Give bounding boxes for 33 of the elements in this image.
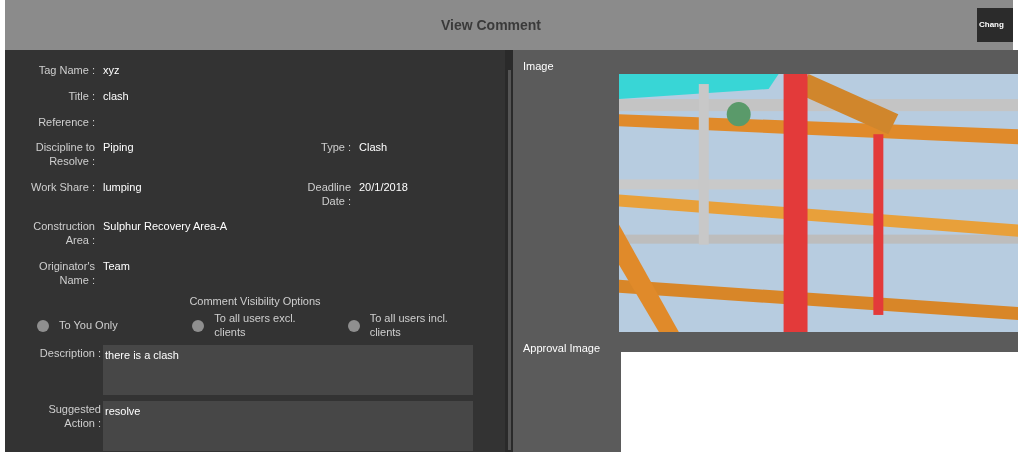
field-label: Type : (320, 141, 351, 155)
field-value: clash (103, 89, 129, 104)
field-label: Title : (67, 89, 95, 104)
field-label: Originator's Name : (38, 259, 95, 288)
field-label: Reference : (37, 115, 95, 130)
field-value: Sulphur Recovery Area-A (103, 220, 228, 234)
field-value: 20/1/2018 (359, 180, 408, 195)
radio-label: To all users incl. clients (369, 311, 449, 340)
scrollbar[interactable] (507, 70, 511, 450)
field-value: Clash (359, 141, 388, 155)
field-label: Suggested Action : (47, 402, 101, 431)
section-label: Approval Image (522, 341, 602, 356)
section-title: Comment Visibility Options (188, 294, 322, 310)
field-label: Tag Name : (37, 64, 95, 78)
field-label: Deadline Date : (306, 180, 351, 209)
radio-label: To You Only (59, 318, 119, 333)
field-label: Description : (38, 346, 101, 361)
radio-button[interactable] (192, 319, 205, 332)
field-label: Construction Area : (32, 220, 95, 248)
radio-button[interactable] (347, 319, 360, 332)
change-button[interactable]: Chang (977, 8, 1013, 42)
field-value: lumping (103, 180, 142, 195)
radio-button[interactable] (37, 319, 49, 332)
section-label: Image (522, 59, 555, 74)
text-area[interactable]: there is a clash (103, 345, 473, 396)
field-label: Discipline to Resolve : (34, 141, 95, 169)
field-value: Piping (103, 141, 134, 155)
text-area[interactable]: resolve (103, 401, 473, 452)
field-label: Work Share : (30, 180, 95, 195)
field-value: xyz (103, 64, 120, 78)
radio-label: To all users excl. clients (214, 311, 297, 340)
field-value: Team (103, 259, 130, 274)
dialog-title: View Comment (439, 15, 543, 35)
